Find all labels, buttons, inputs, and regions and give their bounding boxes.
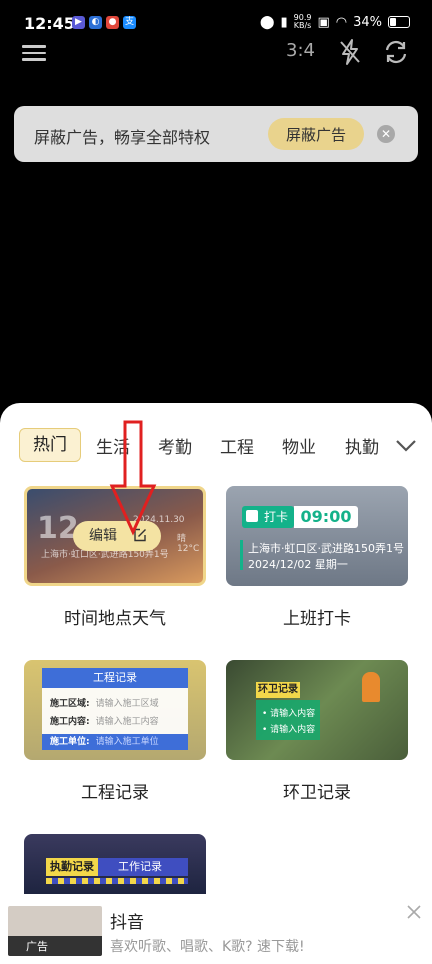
template-title: 上班打卡	[283, 609, 351, 629]
battery-icon	[388, 16, 410, 28]
tab-property[interactable]: 物业	[282, 433, 316, 458]
status-bar: 12:45 ▶ ◐ ● 支 ⬤ ▮ 90.9 KB/s ▣ ◠ 34%	[0, 0, 432, 38]
clock-in-date: 2024/12/02 星期一	[248, 558, 348, 571]
template-thumbnail[interactable]: 执勤记录 工作记录	[24, 834, 206, 894]
record-row: 施工区域: 请输入施工区域	[50, 699, 159, 709]
list-item: • 请输入内容	[262, 725, 316, 735]
camera-toolbar: 3:4	[0, 36, 432, 70]
close-icon[interactable]	[406, 904, 422, 920]
accent-bar	[240, 540, 243, 570]
template-thumbnail[interactable]: 打卡 09:00 上海市·虹口区·武进路150弄1号 2024/12/02 星期…	[226, 486, 408, 586]
template-thumbnail[interactable]: 环卫记录 • 请输入内容 • 请输入内容	[226, 660, 408, 760]
menu-icon[interactable]	[22, 42, 46, 62]
list-item: • 请输入内容	[262, 709, 316, 719]
record-footer: 施工单位: 请输入施工单位	[42, 734, 188, 750]
chevron-down-icon[interactable]	[394, 433, 418, 457]
thumb-time: 12	[37, 511, 79, 546]
check-icon	[246, 510, 258, 522]
ad-label: 广告	[26, 940, 48, 953]
sanitation-worker-icon	[362, 672, 380, 702]
system-indicators: ⬤ ▮ 90.9 KB/s ▣ ◠ 34%	[260, 14, 410, 30]
record-header: 执勤记录	[46, 858, 98, 876]
clock-in-address: 上海市·虹口区·武进路150弄1号	[248, 542, 404, 555]
tab-engineering[interactable]: 工程	[220, 433, 254, 458]
record-header: 环卫记录	[256, 682, 300, 698]
tab-duty[interactable]: 执勤	[345, 433, 379, 458]
category-tabs: 热门 生活 考勤 工程 物业 执勤	[18, 427, 432, 467]
watermark-sheet: 热门 生活 考勤 工程 物业 执勤 12 2024.11.30 晴 12°C 上…	[0, 403, 432, 964]
ad-app-name[interactable]: 抖音	[110, 908, 144, 933]
app-notification-icon: ▶	[72, 16, 85, 29]
template-title: 工程记录	[81, 783, 149, 803]
template-title: 环卫记录	[283, 783, 351, 803]
remove-ads-text: 屏蔽广告，畅享全部特权	[34, 128, 211, 147]
template-title: 时间地点天气	[64, 609, 166, 629]
remove-ads-banner: 屏蔽广告，畅享全部特权 屏蔽广告 ✕	[14, 106, 418, 162]
app-notification-icon: 支	[123, 16, 136, 29]
status-time: 12:45	[24, 14, 75, 33]
wifi-icon: ◠	[335, 14, 348, 30]
tab-hot[interactable]: 热门	[19, 428, 81, 462]
app-notification-icon: ●	[106, 16, 119, 29]
close-icon[interactable]: ✕	[377, 125, 395, 143]
battery-percent: 34%	[353, 14, 382, 30]
remove-ads-button[interactable]: 屏蔽广告	[268, 118, 364, 150]
tab-attendance[interactable]: 考勤	[158, 433, 192, 458]
thumb-weather: 晴 12°C	[177, 534, 200, 554]
record-subheader: 工作记录	[98, 858, 188, 876]
clock-in-time: 09:00	[294, 506, 358, 528]
sim-icon: ▣	[317, 14, 330, 30]
flash-off-icon[interactable]	[338, 38, 362, 66]
app-notification-icon: ◐	[89, 16, 102, 29]
bottom-ad-banner[interactable]: 广告 抖音 喜欢听歌、唱歌、K歌? 速下载!	[0, 898, 432, 964]
record-header: 工程记录	[42, 668, 188, 688]
aspect-ratio-button[interactable]: 3:4	[286, 40, 315, 61]
location-icon: ⬤	[259, 14, 275, 30]
switch-camera-icon[interactable]	[382, 38, 410, 66]
red-down-arrow-icon	[109, 420, 157, 536]
template-thumbnail[interactable]: 工程记录 施工区域: 请输入施工区域 施工内容: 请输入施工内容 施工单位: 请输入施…	[24, 660, 206, 760]
record-row: 施工内容: 请输入施工内容	[50, 717, 159, 727]
ad-thumbnail[interactable]: 广告	[8, 906, 102, 956]
net-speed: 90.9 KB/s	[293, 13, 312, 30]
decorative-stripe	[46, 878, 188, 884]
record-body: • 请输入内容 • 请输入内容	[256, 700, 320, 740]
vibrate-icon: ▮	[280, 14, 288, 30]
ad-slogan[interactable]: 喜欢听歌、唱歌、K歌? 速下载!	[110, 936, 305, 956]
notification-icons: ▶ ◐ ● 支	[72, 16, 136, 29]
